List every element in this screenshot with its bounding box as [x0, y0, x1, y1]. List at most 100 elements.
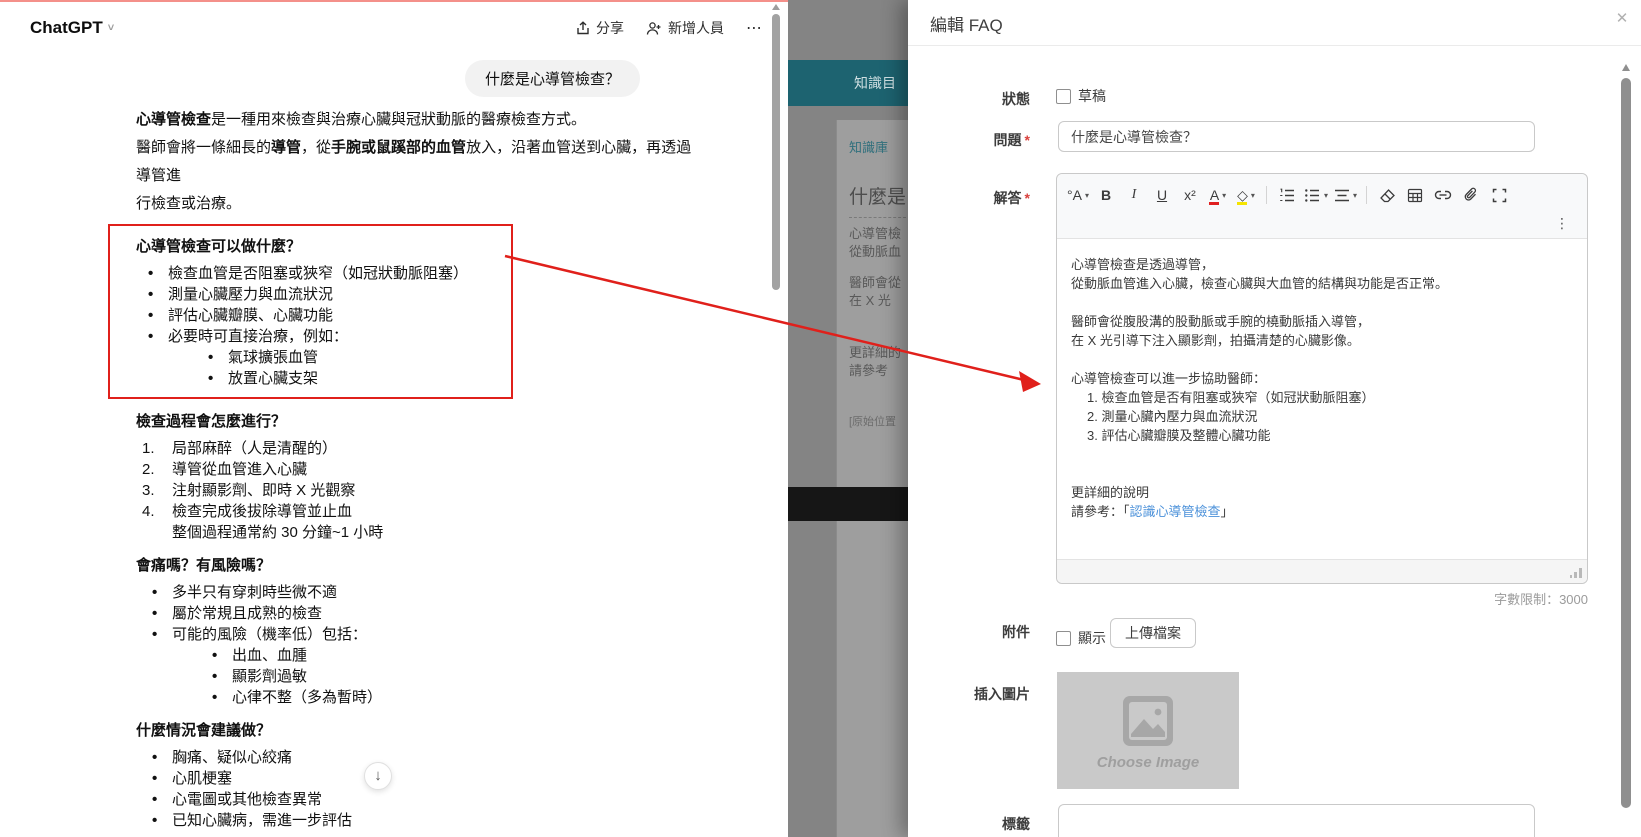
- screen: ChatGPT ˅ 分享 新增人員 ⋯: [0, 0, 1641, 837]
- sub-list-item: •顯影劑過敏: [136, 666, 696, 687]
- font-color-icon[interactable]: A▾: [1205, 182, 1231, 208]
- italic-icon[interactable]: I: [1121, 182, 1147, 208]
- model-switcher[interactable]: ChatGPT ˅: [30, 18, 114, 38]
- show-attachment-checkbox[interactable]: [1056, 631, 1071, 646]
- editor-text-line: [1071, 350, 1573, 369]
- bullet-icon: •: [152, 582, 157, 603]
- chat-scrollbar[interactable]: [770, 0, 782, 837]
- editor-text-line: 更詳細的說明: [1071, 483, 1573, 502]
- tags-input[interactable]: [1058, 804, 1535, 837]
- dimmed-background-page: 知識目 知識庫 什麼是 心導管檢 從動脈血 醫師會從 在 X 光 更詳細的 請參…: [788, 0, 908, 837]
- list-item-text: 測量心臟壓力與血流狀況: [168, 286, 333, 303]
- tags-label: 標籤: [908, 814, 1030, 834]
- assistant-section: 檢查過程會怎麼進行？1.局部麻醉（人是清醒的）2.導管從血管進入心臟3.注射顯影…: [136, 411, 696, 543]
- attachment-icon[interactable]: [1458, 182, 1484, 208]
- bullet-list-icon[interactable]: ▾: [1302, 182, 1330, 208]
- list-number: 1.: [142, 438, 155, 459]
- list-item-text: 多半只有穿刺時些微不適: [172, 584, 337, 601]
- draft-checkbox[interactable]: [1056, 89, 1071, 104]
- section-list: •檢查血管是否阻塞或狹窄（如冠狀動脈阻塞）•測量心臟壓力與血流狀況•評估心臟瓣膜…: [136, 263, 501, 389]
- list-item-text: 胸痛、疑似心絞痛: [172, 749, 292, 766]
- background-heading: 什麼是: [849, 182, 906, 218]
- reference-link[interactable]: 認識心導管檢查: [1130, 504, 1221, 519]
- link-icon[interactable]: [1430, 182, 1456, 208]
- modal-scrollbar[interactable]: [1620, 48, 1633, 837]
- bullet-icon: •: [208, 347, 213, 368]
- background-footnote: [原始位置: [849, 413, 896, 429]
- share-button[interactable]: 分享: [576, 18, 624, 38]
- background-dark-band: [788, 487, 908, 521]
- list-number: 4.: [142, 501, 155, 522]
- resize-grip-icon[interactable]: [1570, 566, 1582, 578]
- list-item-text: 氣球擴張血管: [228, 349, 318, 366]
- image-placeholder-icon: [1117, 690, 1179, 752]
- question-label: 問題*: [908, 130, 1030, 150]
- editor-text-line: [1071, 464, 1573, 483]
- required-asterisk: *: [1025, 132, 1030, 148]
- attachment-label: 附件: [908, 622, 1030, 642]
- bullet-icon: •: [148, 326, 153, 347]
- list-item-text: 可能的風險（機率低）包括：: [172, 626, 367, 643]
- list-item-text: 評估心臟瓣膜、心臟功能: [168, 307, 333, 324]
- list-item: •可能的風險（機率低）包括：: [136, 624, 696, 645]
- modal-title: 編輯 FAQ: [930, 11, 1003, 36]
- font-style-icon[interactable]: °A▾: [1065, 182, 1091, 208]
- scrollbar-up-arrow-icon[interactable]: [772, 4, 780, 10]
- editor-text-line: 醫師會從腹股溝的股動脈或手腕的橈動脈插入導管，: [1071, 312, 1573, 331]
- list-number: 2.: [142, 459, 155, 480]
- toolbar-divider: [1366, 186, 1367, 204]
- list-item-text: 心肌梗塞: [172, 770, 232, 787]
- editor-text-line: 3. 評估心臟瓣膜及整體心臟功能: [1071, 426, 1573, 445]
- editor-reference-line: 請參考：「認識心導管檢查」: [1071, 502, 1573, 521]
- chat-actions: 分享 新增人員 ⋯: [576, 10, 763, 46]
- section-heading: 會痛嗎？有風險嗎？: [136, 555, 696, 576]
- add-people-button[interactable]: 新增人員: [646, 18, 724, 38]
- bullet-icon: •: [152, 810, 157, 831]
- answer-editor-content[interactable]: 心導管檢查是透過導管，從動脈血管進入心臟，檢查心臟與大血管的結構與功能是否正常。…: [1057, 243, 1587, 559]
- list-item-text: 出血、血腫: [232, 647, 307, 664]
- list-item-text: 心律不整（多為暫時）: [232, 689, 382, 706]
- list-item: 4. 檢查完成後拔除導管並止血: [136, 501, 696, 522]
- ordered-list-icon[interactable]: [1274, 182, 1300, 208]
- sub-list-item: • 氣球擴張血管: [136, 347, 501, 368]
- toolbar-overflow-icon[interactable]: ⋮: [1551, 212, 1573, 234]
- list-item-text: 已知心臟病，需進一步評估: [172, 812, 352, 829]
- background-content-card: 知識庫 什麼是 心導管檢 從動脈血 醫師會從 在 X 光 更詳細的 請參考 [原…: [836, 120, 908, 837]
- question-input[interactable]: [1058, 121, 1535, 152]
- assistant-section: 會痛嗎？有風險嗎？•多半只有穿刺時些微不適•屬於常規且成熟的檢查•可能的風險（機…: [136, 555, 696, 708]
- color-bar: [1237, 202, 1247, 205]
- upload-file-button[interactable]: 上傳檔案: [1110, 618, 1196, 648]
- underline-icon[interactable]: U: [1149, 182, 1175, 208]
- list-item-text: 導管從血管進入心臟: [172, 461, 307, 478]
- clear-format-icon[interactable]: [1374, 182, 1400, 208]
- more-options-button[interactable]: ⋯: [746, 18, 763, 38]
- section-heading: 什麼情況會建議做？: [136, 720, 696, 741]
- choose-image-dropzone[interactable]: Choose Image: [1057, 672, 1239, 789]
- highlight-color-icon[interactable]: ◇▾: [1233, 182, 1259, 208]
- editor-text-line: 從動脈血管進入心臟，檢查心臟與大血管的結構與功能是否正常。: [1071, 274, 1573, 293]
- list-item: •心肌梗塞: [136, 768, 696, 789]
- bold-icon[interactable]: B: [1093, 182, 1119, 208]
- table-icon[interactable]: [1402, 182, 1428, 208]
- draft-checkbox-label: 草稿: [1078, 86, 1106, 106]
- chat-scrollbar-thumb[interactable]: [772, 14, 780, 290]
- chevron-down-icon: ˅: [108, 22, 114, 34]
- bullet-icon: •: [212, 687, 217, 708]
- bullet-icon: •: [152, 747, 157, 768]
- superscript-icon[interactable]: x²: [1177, 182, 1203, 208]
- sub-list-item: • 心律不整（多為暫時）: [136, 687, 696, 708]
- share-icon: [576, 21, 590, 36]
- modal-scrollbar-thumb[interactable]: [1621, 78, 1631, 808]
- fullscreen-icon[interactable]: [1486, 182, 1512, 208]
- list-item-text: 檢查完成後拔除導管並止血: [172, 503, 352, 520]
- bullet-icon: •: [148, 284, 153, 305]
- close-icon[interactable]: ✕: [1611, 8, 1633, 30]
- modal-header: 編輯 FAQ ✕: [908, 0, 1641, 46]
- background-breadcrumb: 知識庫: [849, 137, 888, 156]
- scrollbar-up-arrow-icon[interactable]: [1622, 64, 1630, 71]
- align-icon[interactable]: ▾: [1332, 182, 1359, 208]
- scroll-to-bottom-button[interactable]: ↓: [364, 762, 392, 790]
- list-item: •檢查血管是否阻塞或狹窄（如冠狀動脈阻塞）: [136, 263, 501, 284]
- list-number: 3.: [142, 480, 155, 501]
- list-item: 2. 導管從血管進入心臟: [136, 459, 696, 480]
